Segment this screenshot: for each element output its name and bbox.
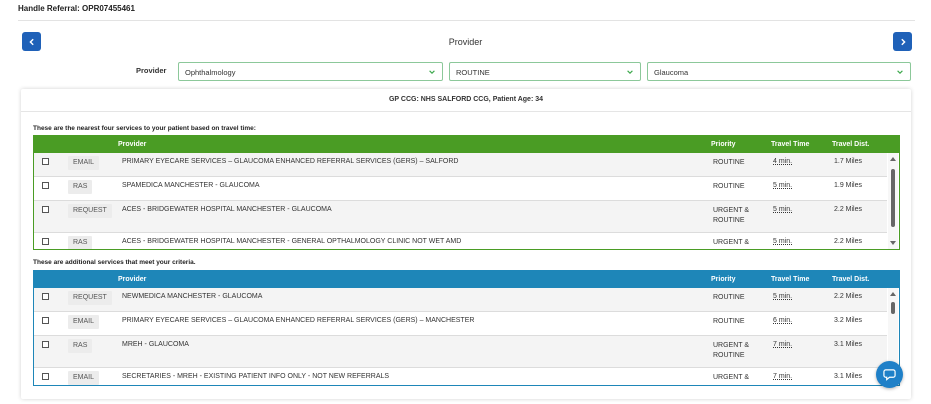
row-checkbox[interactable] [42,293,49,300]
column-provider: Provider [118,276,147,283]
row-checkbox[interactable] [42,317,49,324]
table-row[interactable]: RAS SPAMEDICA MANCHESTER - GLAUCOMA ROUT… [34,177,887,201]
priority-value: URGENT & [713,374,750,381]
column-travel-time: Travel Time [771,141,810,148]
table-row[interactable]: REQUEST ACES - BRIDGEWATER HOSPITAL MANC… [34,201,887,233]
provider-name: SPAMEDICA MANCHESTER - GLAUCOMA [122,182,260,189]
provider-name: PRIMARY EYECARE SERVICES – GLAUCOMA ENHA… [122,317,475,324]
travel-distance: 2.2 Miles [834,206,863,213]
priority-value: ROUTINE [713,159,745,166]
provider-name: SECRETARIES - MREH - EXISTING PATIENT IN… [122,373,390,380]
provider-filter-label: Provider [136,66,167,75]
contact-type-badge: RAS [68,236,93,249]
column-travel-time: Travel Time [771,276,810,283]
column-travel-dist: Travel Dist. [832,141,870,148]
condition-select-value: Glaucoma [654,68,689,77]
travel-time-link[interactable]: 4 min. [773,158,792,165]
travel-distance: 1.9 Miles [834,182,863,189]
column-priority: Priority [711,141,736,148]
priority-select-value: ROUTINE [456,68,490,77]
travel-distance: 3.2 Miles [834,317,863,324]
provider-name: ACES - BRIDGEWATER HOSPITAL MANCHESTER -… [122,206,332,213]
additional-services-table: Provider Priority Travel Time Travel Dis… [33,270,900,386]
column-provider: Provider [118,141,147,148]
scroll-up-arrow[interactable] [890,157,896,161]
travel-time-link[interactable]: 5 min. [773,238,792,245]
travel-distance: 1.7 Miles [834,158,863,165]
chevron-right-icon [900,38,906,45]
scrollbar-thumb[interactable] [891,169,895,227]
scrollbar-thumb[interactable] [891,302,895,314]
priority-value: ROUTINE [713,318,745,325]
scroll-down-arrow[interactable] [890,241,896,245]
priority-value: ROUTINE [713,294,745,301]
contact-type-badge: RAS [68,339,93,353]
travel-time-link[interactable]: 6 min. [773,317,792,324]
table-scrollbar[interactable] [888,153,898,249]
priority-value: ROUTINE [713,183,745,190]
contact-type-badge: EMAIL [68,371,100,385]
row-checkbox[interactable] [42,158,49,165]
patient-info-divider [21,111,911,112]
chevron-down-icon [429,70,435,74]
provider-name: ACES - BRIDGEWATER HOSPITAL MANCHESTER -… [122,238,462,245]
row-checkbox[interactable] [42,341,49,348]
help-chat-button[interactable] [876,361,903,388]
referral-page: Handle Referral: OPR07455461 Provider Pr… [0,0,931,404]
travel-distance: 2.2 Miles [834,293,863,300]
specialty-select[interactable]: Ophthalmology [178,62,443,81]
contact-type-badge: EMAIL [68,315,100,329]
table-row[interactable]: EMAIL PRIMARY EYECARE SERVICES – GLAUCOM… [34,312,887,336]
table-row[interactable]: RAS ACES - BRIDGEWATER HOSPITAL MANCHEST… [34,233,887,249]
travel-distance: 2.2 Miles [834,238,863,245]
chevron-down-icon [897,70,903,74]
patient-info: GP CCG: NHS SALFORD CCG, Patient Age: 34 [388,96,544,103]
nearest-caption: These are the nearest four services to y… [33,125,256,132]
header-divider [18,20,915,21]
column-travel-dist: Travel Dist. [832,276,870,283]
provider-name: PRIMARY EYECARE SERVICES – GLAUCOMA ENHA… [122,158,459,165]
additional-caption: These are additional services that meet … [33,259,196,266]
row-checkbox[interactable] [42,206,49,213]
table-header: Provider Priority Travel Time Travel Dis… [34,271,899,288]
table-body: REQUEST NEWMEDICA MANCHESTER - GLAUCOMA … [34,288,899,385]
scroll-up-arrow[interactable] [890,292,896,296]
provider-name: MREH - GLAUCOMA [122,341,189,348]
table-row[interactable]: EMAIL SECRETARIES - MREH - EXISTING PATI… [34,368,887,385]
specialty-select-value: Ophthalmology [185,68,236,77]
row-checkbox[interactable] [42,373,49,380]
table-body: EMAIL PRIMARY EYECARE SERVICES – GLAUCOM… [34,153,899,249]
page-title: Handle Referral: OPR07455461 [18,4,135,13]
chat-bubble-icon [883,369,896,381]
section-heading: Provider [448,37,483,47]
travel-time-link[interactable]: 5 min. [773,182,792,189]
travel-time-link[interactable]: 7 min. [773,373,792,380]
contact-type-badge: EMAIL [68,156,100,170]
row-checkbox[interactable] [42,182,49,189]
next-button[interactable] [893,32,912,51]
column-priority: Priority [711,276,736,283]
travel-time-link[interactable]: 5 min. [773,293,792,300]
contact-type-badge: REQUEST [68,204,112,218]
table-row[interactable]: EMAIL PRIMARY EYECARE SERVICES – GLAUCOM… [34,153,887,177]
table-row[interactable]: RAS MREH - GLAUCOMA URGENT & ROUTINE 7 m… [34,336,887,368]
travel-distance: 3.1 Miles [834,341,863,348]
travel-time-link[interactable]: 7 min. [773,341,792,348]
nearest-services-table: Provider Priority Travel Time Travel Dis… [33,135,900,250]
row-checkbox[interactable] [42,238,49,245]
travel-distance: 3.1 Miles [834,373,863,380]
table-row[interactable]: REQUEST NEWMEDICA MANCHESTER - GLAUCOMA … [34,288,887,312]
priority-select[interactable]: ROUTINE [449,62,641,81]
provider-name: NEWMEDICA MANCHESTER - GLAUCOMA [122,293,263,300]
contact-type-badge: REQUEST [68,291,112,305]
chevron-down-icon [627,70,633,74]
table-header: Provider Priority Travel Time Travel Dis… [34,136,899,153]
condition-select[interactable]: Glaucoma [647,62,911,81]
priority-value: URGENT & [713,239,750,246]
priority-value: URGENT & ROUTINE [713,207,750,224]
travel-time-link[interactable]: 5 min. [773,206,792,213]
priority-value: URGENT & ROUTINE [713,342,750,359]
contact-type-badge: RAS [68,180,93,194]
